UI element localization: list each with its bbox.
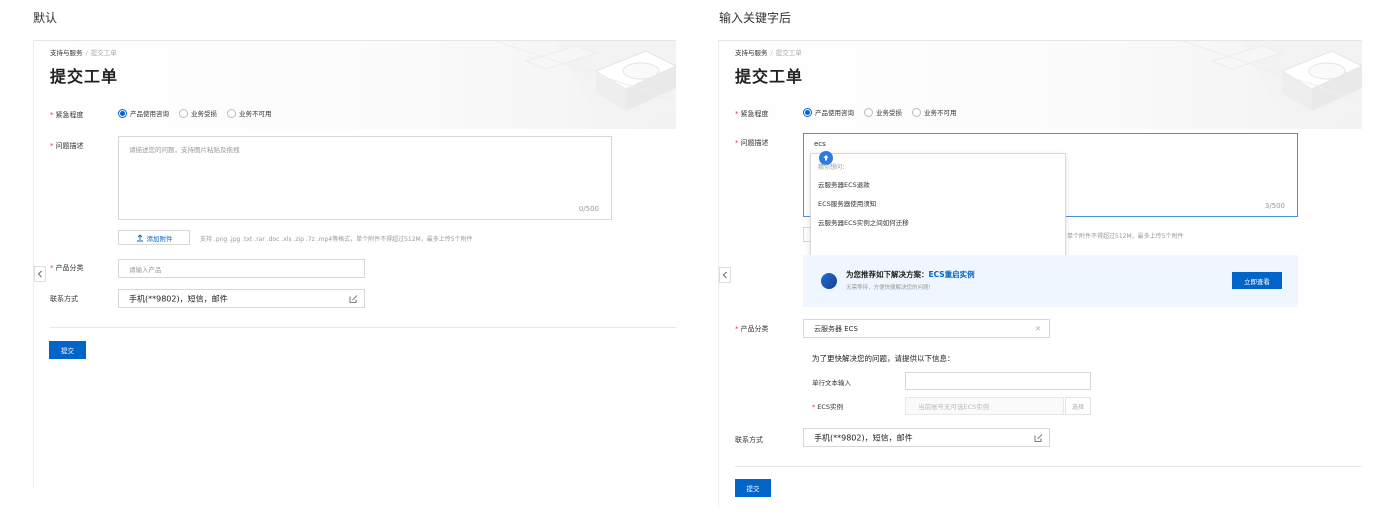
suggestion-item[interactable]: ECS服务器使用须知 bbox=[818, 198, 876, 208]
product-value: 云服务器 ECS bbox=[814, 324, 858, 333]
contact-value: 手机(**9802)，短信，邮件 bbox=[814, 433, 913, 442]
radio-unchecked-icon bbox=[227, 108, 236, 118]
radio-unchecked-icon bbox=[864, 107, 873, 117]
description-label: * 问题描述 bbox=[735, 139, 769, 147]
single-text-input[interactable] bbox=[905, 372, 1091, 390]
recommendation-link[interactable]: ECS重启实例 bbox=[929, 270, 975, 279]
contact-label: 联系方式 bbox=[50, 295, 78, 303]
breadcrumb-separator: / bbox=[85, 49, 88, 57]
view-now-button[interactable]: 立即查看 bbox=[1232, 272, 1282, 289]
select-ecs-button[interactable]: 选择 bbox=[1065, 397, 1091, 415]
contact-field[interactable]: 手机(**9802)，短信，邮件 bbox=[118, 289, 365, 308]
urgency-radio-group: 产品使用咨询 业务受损 业务不可用 bbox=[118, 108, 282, 118]
contact-value: 手机(**9802)，短信，邮件 bbox=[129, 294, 228, 303]
add-attachment-button[interactable]: 添加附件 bbox=[118, 230, 190, 245]
urgency-label: * 紧急程度 bbox=[50, 111, 84, 119]
page-title: 提交工单 bbox=[735, 67, 804, 86]
description-placeholder: 请描述您的问题，支持图片粘贴及拖拽 bbox=[129, 146, 240, 154]
suggestion-group-label: 猜你想问： bbox=[818, 164, 849, 171]
chevron-left-icon bbox=[722, 271, 727, 279]
product-input[interactable]: 请输入产品 bbox=[118, 259, 365, 278]
breadcrumb: 支持与服务 / 提交工单 bbox=[735, 47, 802, 57]
product-placeholder: 请输入产品 bbox=[129, 265, 162, 274]
extra-info-title: 为了更快解决您的问题，请提供以下信息： bbox=[812, 354, 955, 363]
urgency-option-impaired[interactable]: 业务受损 bbox=[864, 107, 902, 117]
caption-default: 默认 bbox=[33, 11, 58, 25]
attachment-hint: 支持 .png .jpg .txt .rar .doc .xls .zip .7… bbox=[200, 236, 473, 243]
recommendation-panel: 为您推荐如下解决方案：ECS重启实例 无需等待，方便快捷解决您的问题! 立即查看 bbox=[803, 255, 1298, 307]
urgency-option-consult[interactable]: 产品使用咨询 bbox=[803, 107, 854, 117]
description-textarea[interactable]: 请描述您的问题，支持图片粘贴及拖拽 0/500 bbox=[118, 136, 612, 220]
collapse-sidebar-button[interactable] bbox=[34, 266, 46, 282]
breadcrumb-root[interactable]: 支持与服务 bbox=[735, 49, 768, 57]
description-label: * 问题描述 bbox=[50, 142, 84, 150]
breadcrumb: 支持与服务 / 提交工单 bbox=[50, 47, 117, 57]
recommendation-subtitle: 无需等待，方便快捷解决您的问题! bbox=[846, 285, 931, 291]
breadcrumb-root[interactable]: 支持与服务 bbox=[50, 49, 83, 57]
description-char-count: 0/500 bbox=[578, 205, 599, 213]
breadcrumb-current: 提交工单 bbox=[90, 49, 117, 57]
ticket-form-default: 支持与服务 / 提交工单 提交工单 * 紧急程度 产品使用咨询 业务受损 业务不可用 … bbox=[33, 40, 676, 487]
description-char-count: 3/500 bbox=[1264, 202, 1285, 210]
urgency-option-consult[interactable]: 产品使用咨询 bbox=[118, 108, 169, 118]
radio-checked-icon bbox=[803, 107, 812, 117]
suggestion-item[interactable]: 云服务器ECS实例之间如何迁移 bbox=[818, 217, 909, 227]
ecs-instance-input[interactable]: 当前账号无可选ECS实例 bbox=[905, 397, 1064, 415]
attachment-hint: 单个附件不得超过512M，最多上传5个附件 bbox=[1067, 233, 1184, 240]
urgency-radio-group: 产品使用咨询 业务受损 业务不可用 bbox=[803, 107, 967, 117]
urgency-label: * 紧急程度 bbox=[735, 110, 769, 118]
ecs-instance-label: * ECS实例 bbox=[812, 403, 844, 411]
urgency-option-impaired[interactable]: 业务受损 bbox=[179, 108, 217, 118]
edit-icon[interactable] bbox=[1034, 433, 1043, 442]
submit-button[interactable]: 提交 bbox=[49, 341, 86, 359]
banner-illustration bbox=[495, 41, 676, 129]
caption-after-keyword: 输入关键字后 bbox=[719, 11, 792, 25]
ecs-instance-placeholder: 当前账号无可选ECS实例 bbox=[918, 403, 990, 411]
ticket-form-with-keyword: 支持与服务 / 提交工单 提交工单 * 紧急程度 产品使用咨询 业务受损 业务不可用 … bbox=[718, 40, 1362, 507]
contact-field[interactable]: 手机(**9802)，短信，邮件 bbox=[803, 428, 1050, 447]
edit-icon[interactable] bbox=[349, 294, 358, 303]
page-title: 提交工单 bbox=[50, 67, 119, 86]
submit-button[interactable]: 提交 bbox=[735, 479, 771, 497]
contact-label: 联系方式 bbox=[735, 436, 763, 444]
clear-icon[interactable]: ✕ bbox=[1035, 325, 1041, 333]
urgency-option-unavailable[interactable]: 业务不可用 bbox=[912, 107, 957, 117]
product-input[interactable]: 云服务器 ECS ✕ bbox=[803, 319, 1050, 338]
form-divider bbox=[50, 327, 676, 328]
assistant-avatar-icon bbox=[821, 273, 837, 289]
breadcrumb-separator: / bbox=[770, 49, 773, 57]
collapse-sidebar-button[interactable] bbox=[719, 267, 731, 283]
breadcrumb-current: 提交工单 bbox=[775, 49, 802, 57]
suggestion-item[interactable]: 云服务器ECS退款 bbox=[818, 179, 870, 189]
upload-icon bbox=[136, 233, 143, 241]
radio-checked-icon bbox=[118, 108, 127, 118]
description-value: ecs bbox=[814, 140, 826, 148]
radio-unchecked-icon bbox=[179, 108, 188, 118]
urgency-option-unavailable[interactable]: 业务不可用 bbox=[227, 108, 272, 118]
form-divider bbox=[735, 466, 1362, 467]
single-text-label: 单行文本输入 bbox=[812, 379, 851, 387]
product-label: * 产品分类 bbox=[50, 264, 84, 272]
product-label: * 产品分类 bbox=[735, 325, 769, 333]
radio-unchecked-icon bbox=[912, 107, 921, 117]
recommendation-title: 为您推荐如下解决方案：ECS重启实例 bbox=[846, 270, 975, 279]
banner-illustration bbox=[1181, 41, 1362, 129]
suggestion-dropdown: 猜你想问： 云服务器ECS退款 ECS服务器使用须知 云服务器ECS实例之间如何… bbox=[810, 151, 1066, 263]
chevron-left-icon bbox=[37, 270, 42, 278]
